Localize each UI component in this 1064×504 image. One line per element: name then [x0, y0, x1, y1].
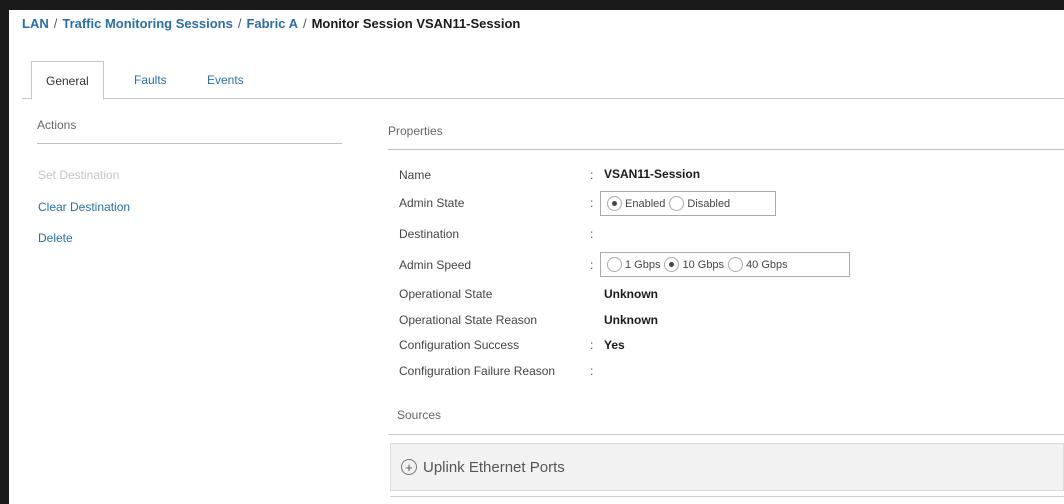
admin-speed-40gbps-label: 40 Gbps — [746, 258, 788, 271]
breadcrumb-fabric-a[interactable]: Fabric A — [246, 16, 298, 31]
admin-speed-1gbps-label: 1 Gbps — [625, 258, 661, 271]
tab-faults[interactable]: Faults — [122, 67, 179, 93]
breadcrumb-traffic-monitoring-sessions[interactable]: Traffic Monitoring Sessions — [62, 16, 232, 31]
admin-speed-10gbps-radio[interactable]: 10 Gbps — [664, 257, 724, 272]
admin-speed-colon: : — [590, 258, 594, 272]
destination-colon: : — [590, 227, 594, 241]
operational-state-value: Unknown — [604, 287, 658, 301]
sources-divider — [388, 434, 1064, 435]
actions-divider — [37, 143, 342, 144]
tab-bar: General Faults Events — [22, 59, 1064, 100]
sources-title: Sources — [397, 408, 442, 422]
admin-speed-10gbps-label: 10 Gbps — [682, 258, 725, 271]
breadcrumb: LAN / Traffic Monitoring Sessions / Fabric A… — [22, 16, 520, 31]
name-colon: : — [590, 168, 594, 182]
configuration-success-label: Configuration Success — [399, 338, 520, 352]
admin-state-radio-group: Enabled Disabled — [600, 191, 776, 216]
breadcrumb-separator: / — [237, 16, 242, 31]
admin-state-disabled-label: Disabled — [687, 197, 731, 210]
bottom-divider — [390, 496, 1064, 497]
tab-events[interactable]: Events — [195, 67, 256, 93]
admin-speed-radio-group: 1 Gbps 10 Gbps 40 Gbps — [600, 252, 850, 277]
operational-state-reason-value: Unknown — [604, 313, 658, 327]
configuration-failure-reason-label: Configuration Failure Reason — [399, 364, 556, 378]
breadcrumb-lan[interactable]: LAN — [22, 16, 49, 31]
configuration-success-value: Yes — [604, 338, 625, 352]
admin-speed-40gbps-radio[interactable]: 40 Gbps — [728, 257, 788, 272]
admin-speed-1gbps-radio[interactable]: 1 Gbps — [607, 257, 660, 272]
breadcrumb-current: Monitor Session VSAN11-Session — [311, 16, 521, 31]
delete-link[interactable]: Delete — [38, 231, 73, 245]
admin-state-enabled-radio[interactable]: Enabled — [607, 196, 665, 211]
radio-selected-icon — [607, 196, 622, 211]
admin-state-disabled-radio[interactable]: Disabled — [669, 196, 730, 211]
admin-speed-label: Admin Speed — [399, 258, 472, 272]
operational-state-label: Operational State — [399, 287, 493, 301]
breadcrumb-separator: / — [53, 16, 58, 31]
radio-unselected-icon — [607, 257, 622, 272]
plus-circle-icon[interactable]: + — [401, 459, 417, 475]
tab-general[interactable]: General — [31, 61, 104, 100]
name-value: VSAN11-Session — [604, 167, 701, 181]
name-label: Name — [399, 168, 432, 182]
admin-state-enabled-label: Enabled — [625, 197, 666, 210]
radio-unselected-icon — [728, 257, 744, 272]
uplink-ethernet-ports-label: Uplink Ethernet Ports — [423, 458, 565, 476]
operational-state-reason-label: Operational State Reason — [399, 313, 538, 327]
radio-selected-icon — [664, 257, 680, 272]
configuration-success-colon: : — [590, 338, 594, 352]
admin-state-label: Admin State — [399, 196, 465, 210]
destination-label: Destination — [399, 227, 460, 241]
breadcrumb-separator: / — [302, 16, 307, 31]
properties-divider — [388, 149, 1064, 150]
properties-title: Properties — [388, 124, 443, 138]
uplink-ethernet-ports-panel[interactable]: + Uplink Ethernet Ports — [390, 443, 1064, 491]
set-destination-link: Set Destination — [38, 168, 120, 182]
admin-state-colon: : — [590, 196, 594, 210]
radio-unselected-icon — [669, 196, 685, 211]
clear-destination-link[interactable]: Clear Destination — [38, 200, 130, 214]
configuration-failure-reason-colon: : — [590, 364, 594, 378]
actions-title: Actions — [37, 118, 77, 132]
